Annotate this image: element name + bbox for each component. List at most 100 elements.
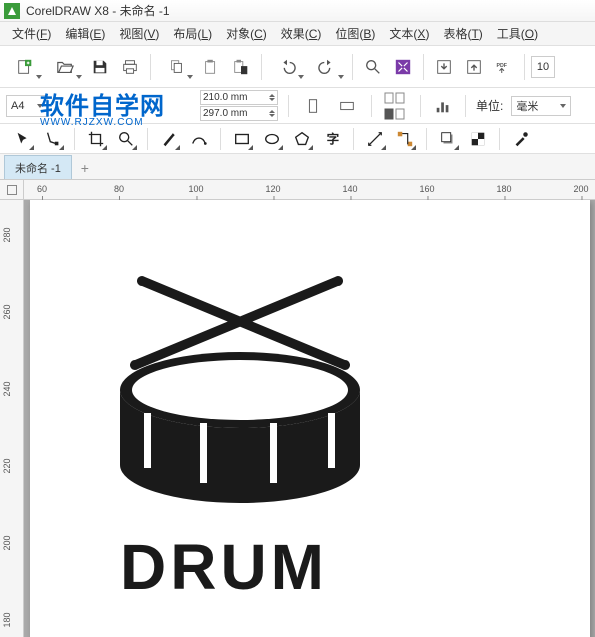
horizontal-ruler[interactable]: 6080100120140160180200: [24, 180, 595, 200]
app-logo-icon: [4, 3, 20, 19]
page-width-value: 210.0 mm: [203, 92, 247, 103]
separator: [150, 54, 151, 80]
eyedropper-tool-icon[interactable]: [508, 126, 534, 152]
window-title: CorelDRAW X8 - 未命名 -1: [26, 2, 170, 19]
document-tab[interactable]: 未命名 -1: [4, 155, 72, 179]
pdf-button[interactable]: PDF: [490, 53, 518, 81]
property-bar: A4 软件自学网 WWW.RJZXW.COM 210.0 mm 297.0 mm: [0, 88, 595, 124]
title-bar: CorelDRAW X8 - 未命名 -1: [0, 0, 595, 22]
drum-text: DRUM: [120, 530, 328, 604]
workspace: 6080100120140160180200 28026024022020018…: [0, 180, 595, 637]
zoom-tool-icon[interactable]: [113, 126, 139, 152]
separator: [524, 54, 525, 80]
menu-c[interactable]: 效果(C): [275, 23, 328, 44]
ruler-h-tick: 160: [419, 184, 434, 194]
rectangle-tool-icon[interactable]: [229, 126, 255, 152]
separator: [74, 128, 75, 150]
crop-tool-icon[interactable]: [83, 126, 109, 152]
ruler-v-tick: 220: [2, 459, 12, 474]
current-page-icon[interactable]: [384, 108, 408, 120]
connector-tool-icon[interactable]: [392, 126, 418, 152]
watermark-line1: 软件自学网: [40, 86, 165, 121]
unit-label: 单位:: [476, 97, 503, 114]
page-height-value: 297.0 mm: [203, 108, 247, 119]
separator: [371, 95, 372, 117]
ruler-h-tick: 200: [573, 184, 588, 194]
copy-button[interactable]: [157, 53, 195, 81]
clipboard-button[interactable]: [227, 53, 255, 81]
ellipse-tool-icon[interactable]: [259, 126, 285, 152]
paper-size-label: A4: [11, 100, 24, 112]
transparency-tool-icon[interactable]: [465, 126, 491, 152]
separator: [261, 54, 262, 80]
separator: [426, 128, 427, 150]
menu-e[interactable]: 编辑(E): [59, 23, 111, 44]
watermark: 软件自学网 WWW.RJZXW.COM: [40, 86, 165, 128]
page-height-input[interactable]: 297.0 mm: [200, 106, 278, 121]
separator: [352, 54, 353, 80]
ruler-v-tick: 280: [2, 228, 12, 243]
polygon-tool-icon[interactable]: [289, 126, 315, 152]
unit-value: 毫米: [516, 98, 538, 114]
import-button[interactable]: [430, 53, 458, 81]
drum-illustration: [100, 265, 380, 518]
redo-button[interactable]: [308, 53, 346, 81]
menu-t[interactable]: 表格(T): [437, 23, 488, 44]
artistic-media-tool-icon[interactable]: [186, 126, 212, 152]
all-pages-icon[interactable]: [384, 92, 408, 104]
print-button[interactable]: [116, 53, 144, 81]
paper-size-select[interactable]: A4: [6, 95, 48, 117]
menu-f[interactable]: 文件(F): [6, 23, 57, 44]
separator: [465, 95, 466, 117]
document-tabs: 未命名 -1 +: [0, 154, 595, 180]
ruler-h-tick: 120: [265, 184, 280, 194]
menu-v[interactable]: 视图(V): [113, 23, 165, 44]
standard-toolbar: PDF 10: [0, 46, 595, 88]
separator: [220, 128, 221, 150]
undo-button[interactable]: [268, 53, 306, 81]
shape-tool-icon[interactable]: [40, 126, 66, 152]
unit-select[interactable]: 毫米: [511, 96, 571, 116]
open-button[interactable]: [46, 53, 84, 81]
menu-l[interactable]: 布局(L): [167, 23, 218, 44]
page-width-input[interactable]: 210.0 mm: [200, 90, 278, 105]
save-button[interactable]: [86, 53, 114, 81]
ruler-h-tick: 140: [342, 184, 357, 194]
text-tool-icon[interactable]: 字: [319, 126, 345, 152]
dimension-tool-icon[interactable]: [362, 126, 388, 152]
paste-button[interactable]: [197, 53, 225, 81]
svg-text:PDF: PDF: [497, 63, 508, 69]
landscape-button[interactable]: [333, 92, 361, 120]
svg-text:字: 字: [327, 131, 340, 146]
ruler-v-tick: 240: [2, 382, 12, 397]
ruler-v-tick: 200: [2, 536, 12, 551]
ruler-origin[interactable]: [0, 180, 24, 200]
menu-c[interactable]: 对象(C): [220, 23, 273, 44]
vertical-ruler[interactable]: 280260240220200180: [0, 200, 24, 637]
pick-tool-icon[interactable]: [10, 126, 36, 152]
drop-shadow-tool-icon[interactable]: [435, 126, 461, 152]
toolbox-strip: 字: [0, 124, 595, 154]
histogram-button[interactable]: [431, 94, 455, 118]
menu-b[interactable]: 位图(B): [329, 23, 381, 44]
separator: [147, 128, 148, 150]
separator: [288, 95, 289, 117]
page: DRUM: [30, 200, 590, 637]
ruler-h-tick: 60: [37, 184, 47, 194]
new-button[interactable]: [6, 53, 44, 81]
separator: [420, 95, 421, 117]
fullscreen-button[interactable]: [389, 53, 417, 81]
zoom-value[interactable]: 10: [531, 56, 555, 78]
export-button[interactable]: [460, 53, 488, 81]
add-document-button[interactable]: +: [74, 157, 96, 179]
document-tab-label: 未命名 -1: [15, 160, 61, 176]
portrait-button[interactable]: [299, 92, 327, 120]
ruler-h-tick: 80: [114, 184, 124, 194]
freehand-tool-icon[interactable]: [156, 126, 182, 152]
menu-x[interactable]: 文本(X): [383, 23, 435, 44]
separator: [353, 128, 354, 150]
search-button[interactable]: [359, 53, 387, 81]
menu-o[interactable]: 工具(O): [491, 23, 544, 44]
canvas-area[interactable]: DRUM: [24, 200, 595, 637]
menu-bar: 文件(F)编辑(E)视图(V)布局(L)对象(C)效果(C)位图(B)文本(X)…: [0, 22, 595, 46]
